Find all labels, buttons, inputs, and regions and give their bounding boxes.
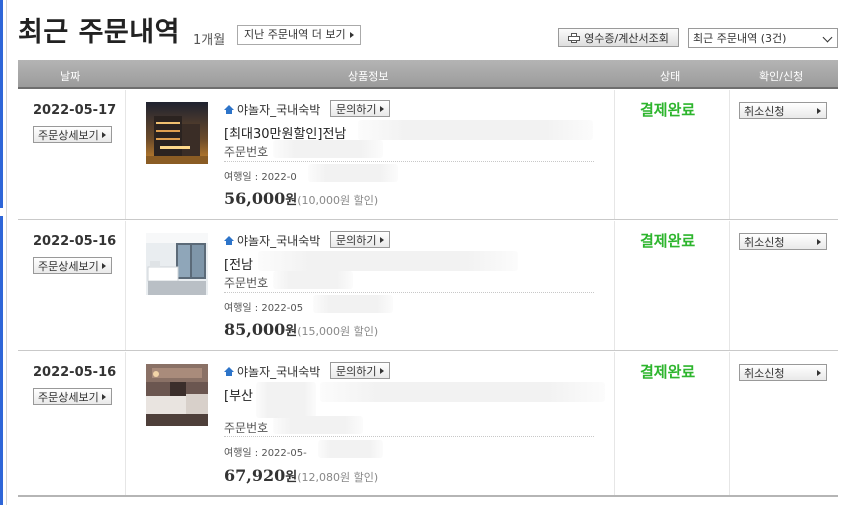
triangle-right-icon (102, 394, 106, 400)
redacted-area (273, 140, 383, 158)
inquiry-button[interactable]: 문의하기 (330, 100, 391, 117)
past-orders-label: 지난 주문내역 더 보기 (244, 28, 346, 41)
product-thumbnail[interactable] (146, 364, 208, 426)
price-value: 67,920 (224, 466, 286, 485)
cancel-request-label: 취소신청 (744, 366, 785, 380)
redacted-area (318, 440, 383, 458)
order-date: 2022-05-16 (33, 234, 117, 249)
seller-label: 야놀자_국내숙박 (237, 365, 321, 379)
redacted-area (313, 295, 393, 313)
house-icon (224, 105, 234, 114)
price-currency: 원 (285, 324, 298, 339)
seller-label: 야놀자_국내숙박 (237, 234, 321, 248)
page-title: 최근 주문내역 (18, 17, 180, 48)
order-number-label: 주문번호 (224, 145, 269, 159)
order-number-label: 주문번호 (224, 421, 269, 435)
house-icon (224, 367, 234, 376)
divider (224, 436, 594, 437)
left-accent-bar (0, 0, 3, 505)
inquiry-label: 문의하기 (336, 364, 377, 378)
triangle-right-icon (102, 263, 106, 269)
discount-amount: (15,000원 할인) (297, 325, 379, 338)
order-row: 2022-05-16 주문상세보기 야놀자_국내숙박 문의하기 [부산 주문번호… (18, 352, 838, 497)
column-action: 확인/신청 (759, 70, 804, 83)
triangle-right-icon (817, 108, 821, 114)
redacted-area (273, 271, 353, 289)
price-value: 85,000 (224, 320, 286, 339)
order-price: 67,920원(12,080원 할인) (224, 466, 378, 485)
seller-name: 야놀자_국내숙박 (224, 363, 320, 380)
price-value: 56,000 (224, 189, 286, 208)
status-badge: 결제완료 (640, 232, 696, 250)
status-badge: 결제완료 (640, 101, 696, 119)
travel-date: 여행일 : 2022-0 (224, 172, 297, 183)
order-row: 2022-05-17 주문상세보기 야놀자_국내숙박 문의하기 [최대30만원할… (18, 90, 838, 220)
seller-name: 야놀자_국내숙박 (224, 232, 320, 249)
order-price: 85,000원(15,000원 할인) (224, 320, 378, 339)
price-currency: 원 (285, 193, 298, 208)
inquiry-label: 문의하기 (336, 233, 377, 247)
inquiry-button[interactable]: 문의하기 (330, 362, 391, 379)
house-icon (224, 236, 234, 245)
triangle-right-icon (380, 236, 385, 243)
discount-amount: (12,080원 할인) (297, 471, 379, 484)
travel-date: 여행일 : 2022-05- (224, 448, 307, 459)
chevron-down-icon (822, 32, 833, 43)
column-date: 날짜 (60, 70, 81, 83)
receipt-button[interactable]: 영수증/계산서조회 (558, 28, 679, 47)
divider (224, 292, 594, 293)
product-name[interactable]: [전남 (224, 254, 253, 273)
product-thumbnail[interactable] (146, 233, 208, 295)
cancel-request-label: 취소신청 (744, 235, 785, 249)
redacted-area (308, 164, 398, 182)
inquiry-label: 문의하기 (336, 102, 377, 116)
order-detail-button[interactable]: 주문상세보기 (33, 388, 112, 405)
cancel-request-label: 취소신청 (744, 104, 785, 118)
order-filter-value: 최근 주문내역 (3건) (693, 32, 787, 45)
triangle-right-icon (380, 105, 385, 112)
inquiry-button[interactable]: 문의하기 (330, 231, 391, 248)
order-number-label: 주문번호 (224, 276, 269, 290)
order-row: 2022-05-16 주문상세보기 야놀자_국내숙박 문의하기 [전남 주문번호… (18, 221, 838, 351)
triangle-right-icon (380, 367, 385, 374)
order-price: 56,000원(10,000원 할인) (224, 189, 378, 208)
table-header: 날짜 상품정보 상태 확인/신청 (18, 60, 838, 89)
left-edge (0, 0, 7, 505)
receipt-label: 영수증/계산서조회 (584, 31, 669, 45)
cancel-request-button[interactable]: 취소신청 (739, 233, 827, 250)
order-detail-label: 주문상세보기 (38, 128, 99, 142)
cancel-request-button[interactable]: 취소신청 (739, 102, 827, 119)
product-thumbnail[interactable] (146, 102, 208, 164)
order-detail-label: 주문상세보기 (38, 259, 99, 273)
past-orders-button[interactable]: 지난 주문내역 더 보기 (237, 25, 361, 45)
seller-label: 야놀자_국내숙박 (237, 103, 321, 117)
price-currency: 원 (285, 470, 298, 485)
period-label: 1개월 (193, 33, 226, 48)
discount-amount: (10,000원 할인) (297, 194, 379, 207)
order-detail-button[interactable]: 주문상세보기 (33, 257, 112, 274)
triangle-right-icon (102, 132, 106, 138)
order-detail-label: 주문상세보기 (38, 390, 99, 404)
column-product: 상품정보 (348, 70, 389, 83)
order-date: 2022-05-17 (33, 103, 117, 118)
product-name[interactable]: [부산 (224, 385, 253, 404)
cancel-request-button[interactable]: 취소신청 (739, 364, 827, 381)
triangle-right-icon (817, 370, 821, 376)
order-detail-button[interactable]: 주문상세보기 (33, 126, 112, 143)
redacted-area (273, 416, 363, 434)
redacted-area (258, 251, 518, 271)
divider (224, 161, 594, 162)
triangle-right-icon (349, 32, 354, 38)
seller-name: 야놀자_국내숙박 (224, 101, 320, 118)
redacted-area (358, 120, 593, 140)
column-status: 상태 (660, 70, 681, 83)
triangle-right-icon (817, 239, 821, 245)
redacted-area (320, 382, 605, 402)
order-date: 2022-05-16 (33, 365, 117, 380)
redacted-area (256, 382, 316, 418)
printer-icon (568, 32, 581, 43)
order-filter-select[interactable]: 최근 주문내역 (3건) (688, 28, 838, 48)
travel-date: 여행일 : 2022-05 (224, 303, 304, 314)
status-badge: 결제완료 (640, 363, 696, 381)
